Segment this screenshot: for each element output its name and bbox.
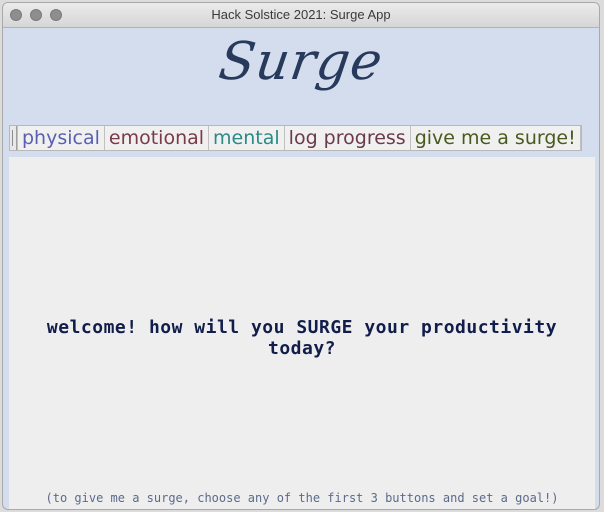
tab-log-progress[interactable]: log progress	[284, 126, 411, 150]
tab-toolbar: physical emotional mental log progress g…	[9, 125, 582, 151]
app-header: Surge	[3, 28, 599, 124]
main-content-panel: welcome! how will you SURGE your product…	[9, 157, 595, 509]
tab-mental[interactable]: mental	[209, 126, 285, 150]
toolbar-grip-handle[interactable]	[10, 126, 17, 150]
tab-physical[interactable]: physical	[17, 126, 105, 150]
app-window: Hack Solstice 2021: Surge App Surge phys…	[2, 2, 600, 510]
tab-emotional[interactable]: emotional	[104, 126, 210, 150]
welcome-message: welcome! how will you SURGE your product…	[46, 317, 558, 359]
window-title: Hack Solstice 2021: Surge App	[211, 7, 391, 22]
title-bar[interactable]: Hack Solstice 2021: Surge App	[3, 3, 599, 28]
surge-logo: Surge	[215, 32, 387, 92]
tab-give-me-a-surge[interactable]: give me a surge!	[410, 126, 581, 150]
hint-text: (to give me a surge, choose any of the f…	[45, 491, 559, 505]
